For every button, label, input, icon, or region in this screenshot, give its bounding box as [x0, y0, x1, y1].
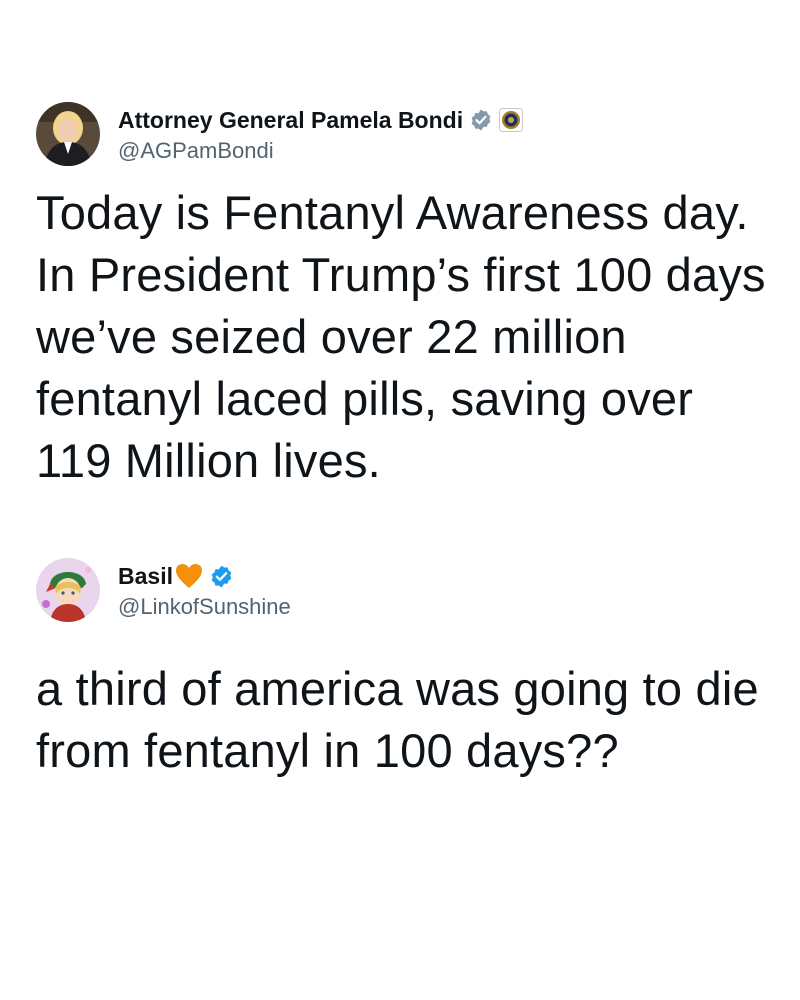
handle[interactable]: @LinkofSunshine	[118, 594, 291, 620]
orange-heart-icon	[175, 563, 203, 589]
tweet-header: Attorney General Pamela Bondi @AGPamBond…	[36, 100, 776, 168]
tweet-header: Basil @LinkofSunshine	[36, 556, 776, 624]
identity: Attorney General Pamela Bondi @AGPamBond…	[118, 104, 524, 164]
handle[interactable]: @AGPamBondi	[118, 138, 523, 164]
name-row: Basil	[118, 560, 291, 592]
display-name[interactable]: Basil	[118, 563, 173, 590]
doj-seal-icon[interactable]	[499, 108, 524, 132]
tweet-basil[interactable]: Basil @LinkofSunshine a third of america…	[36, 556, 776, 782]
avatar[interactable]	[36, 102, 100, 166]
blue-verified-badge-icon	[209, 564, 234, 589]
identity: Basil @LinkofSunshine	[118, 560, 291, 620]
avatar[interactable]	[36, 558, 100, 622]
gray-verified-badge-icon	[469, 108, 493, 132]
tweet-pam-bondi[interactable]: Attorney General Pamela Bondi @AGPamBond…	[36, 100, 776, 492]
tweet-text: a third of america was going to die from…	[36, 662, 759, 777]
display-name[interactable]: Attorney General Pamela Bondi	[118, 107, 463, 134]
name-row: Attorney General Pamela Bondi	[118, 104, 524, 136]
tweet-text: Today is Fentanyl Awareness day. In Pres…	[36, 186, 766, 487]
